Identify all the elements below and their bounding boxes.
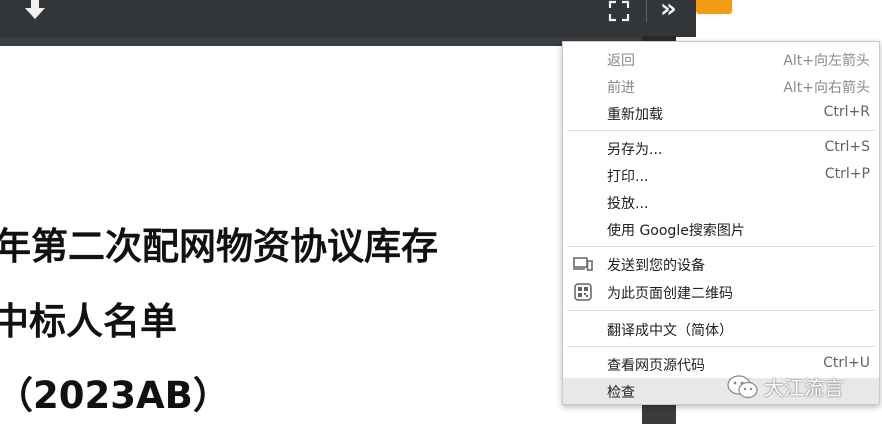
devices-icon xyxy=(573,257,593,271)
document-title-line-3: （2023AB） xyxy=(0,374,230,417)
menu-item-back[interactable]: 返回 Alt+向左箭头 xyxy=(563,46,879,72)
toolbar-divider xyxy=(646,0,647,22)
menu-item-label: 发送到您的设备 xyxy=(607,258,705,274)
menu-item-save-as[interactable]: 另存为... Ctrl+S xyxy=(563,135,879,161)
menu-separator xyxy=(567,246,875,247)
context-menu: 返回 Alt+向左箭头 前进 Alt+向右箭头 重新加载 Ctrl+R 另存为.… xyxy=(562,41,880,405)
menu-item-label: 投放... xyxy=(607,196,649,212)
menu-item-send-to-devices[interactable]: 发送到您的设备 xyxy=(563,251,879,277)
document-title-line-2: 中标人名单 xyxy=(0,300,177,343)
menu-item-shortcut: Ctrl+U xyxy=(823,355,870,371)
menu-separator xyxy=(567,346,875,347)
document-title-line-1: 年第二次配网物资协议库存 xyxy=(0,225,438,268)
watermark-text: 大江流言 xyxy=(764,376,844,400)
menu-item-label: 为此页面创建二维码 xyxy=(607,286,733,302)
menu-item-label: 查看网页源代码 xyxy=(607,358,705,374)
menu-item-label: 另存为... xyxy=(607,142,663,158)
qr-code-icon xyxy=(574,283,592,301)
menu-item-label: 检查 xyxy=(607,385,635,401)
menu-separator xyxy=(567,130,875,131)
menu-item-search-image[interactable]: 使用 Google搜索图片 xyxy=(563,216,879,242)
fullscreen-icon[interactable] xyxy=(608,0,630,22)
pdf-toolbar xyxy=(0,0,696,37)
accent-tab xyxy=(696,0,732,14)
menu-separator xyxy=(567,310,875,311)
wechat-icon xyxy=(727,375,758,399)
download-icon[interactable] xyxy=(22,0,48,24)
menu-item-forward[interactable]: 前进 Alt+向右箭头 xyxy=(563,73,879,99)
menu-item-shortcut: Alt+向右箭头 xyxy=(783,80,870,96)
menu-item-shortcut: Alt+向左箭头 xyxy=(783,53,870,69)
menu-item-label: 返回 xyxy=(607,53,635,69)
menu-item-label: 重新加载 xyxy=(607,107,663,123)
menu-item-label: 翻译成中文（简体） xyxy=(607,323,733,339)
menu-item-print[interactable]: 打印... Ctrl+P xyxy=(563,162,879,188)
menu-item-translate[interactable]: 翻译成中文（简体） xyxy=(563,316,879,342)
menu-item-reload[interactable]: 重新加载 Ctrl+R xyxy=(563,100,879,126)
menu-item-shortcut: Ctrl+S xyxy=(824,139,870,155)
menu-item-create-qr[interactable]: 为此页面创建二维码 xyxy=(563,279,879,305)
menu-item-label: 打印... xyxy=(607,169,649,185)
double-chevron-right-icon[interactable]: » xyxy=(660,0,677,24)
menu-item-shortcut: Ctrl+R xyxy=(823,104,870,120)
menu-item-shortcut: Ctrl+P xyxy=(824,166,870,182)
menu-item-cast[interactable]: 投放... xyxy=(563,189,879,215)
menu-item-label: 使用 Google搜索图片 xyxy=(607,223,745,239)
menu-item-label: 前进 xyxy=(607,80,635,96)
